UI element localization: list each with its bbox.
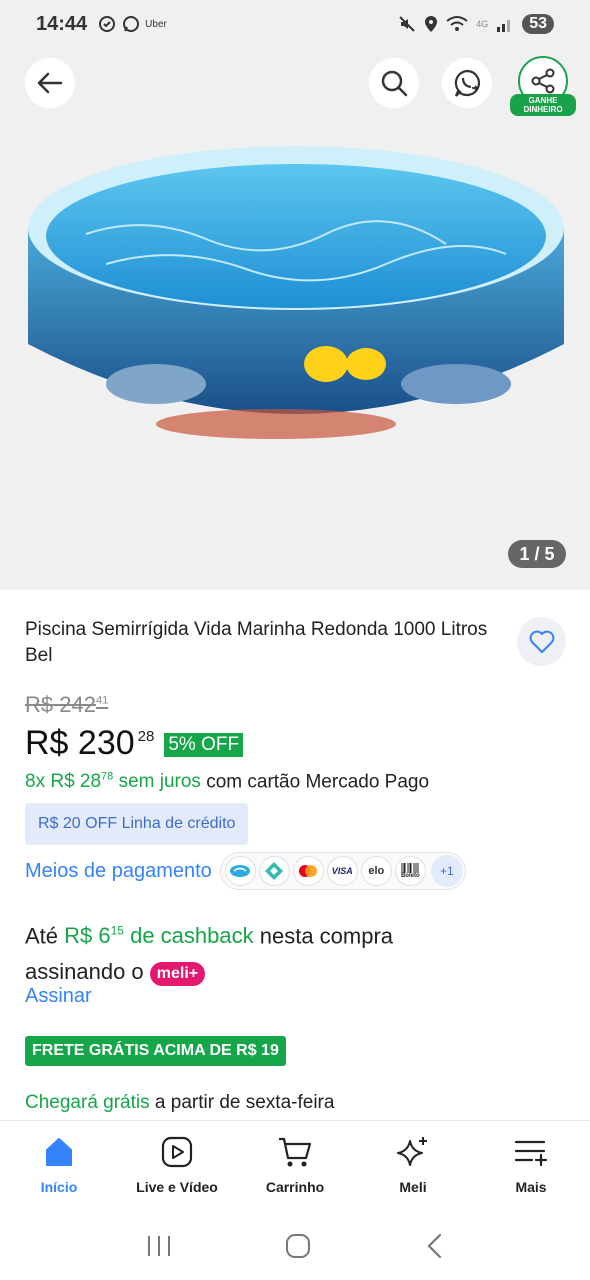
nav-item-mais[interactable]: Mais bbox=[472, 1121, 590, 1212]
more-payment-methods[interactable]: +1 bbox=[430, 855, 463, 887]
installments: 8x R$ 2878 sem juros com cartão Mercado … bbox=[25, 771, 430, 793]
recent-apps-icon[interactable] bbox=[146, 1234, 172, 1258]
earn-money-badge: GANHE DINHEIRO bbox=[510, 94, 576, 116]
old-price: R$ 24241 bbox=[25, 692, 109, 717]
nav-item-meli[interactable]: Meli bbox=[354, 1121, 472, 1212]
mute-icon bbox=[399, 16, 415, 32]
favorite-button[interactable] bbox=[517, 617, 566, 666]
uber-label: Uber bbox=[145, 18, 167, 30]
sparkle-icon bbox=[397, 1137, 427, 1166]
payment-methods-link[interactable]: Meios de pagamento bbox=[25, 860, 212, 883]
system-navigation bbox=[0, 1212, 590, 1280]
subscribe-link[interactable]: Assinar bbox=[25, 985, 92, 1008]
mercadopago-icon bbox=[224, 856, 256, 886]
discount-badge: 5% OFF bbox=[164, 733, 244, 757]
location-icon bbox=[425, 16, 438, 32]
back-button[interactable] bbox=[25, 58, 75, 108]
product-image bbox=[26, 144, 566, 449]
back-nav-icon[interactable] bbox=[424, 1233, 444, 1259]
whatsapp-share-button[interactable] bbox=[442, 58, 492, 108]
delivery-info: Chegará grátis a partir de sexta-feira bbox=[25, 1092, 335, 1113]
network-label: 4G bbox=[476, 19, 489, 29]
heart-icon bbox=[529, 630, 554, 653]
battery-indicator: 53 bbox=[522, 14, 554, 34]
cart-icon bbox=[279, 1137, 312, 1167]
credit-offer-chip[interactable]: R$ 20 OFF Linha de crédito bbox=[25, 803, 249, 845]
payment-methods[interactable]: Meios de pagamento VISA elo Boleto +1 bbox=[25, 852, 466, 890]
wifi-icon bbox=[446, 16, 468, 31]
sync-icon bbox=[99, 16, 116, 32]
image-counter: 1 / 5 bbox=[508, 540, 566, 568]
visa-icon: VISA bbox=[326, 856, 358, 886]
home-icon bbox=[46, 1138, 72, 1166]
payment-icons[interactable]: VISA elo Boleto +1 bbox=[219, 852, 466, 890]
nav-item-carrinho[interactable]: Carrinho bbox=[236, 1121, 354, 1212]
status-bar: 14:44 Uber 4G 53 bbox=[0, 0, 590, 48]
bottom-navigation: Início Live e Vídeo Carrinho Meli Mais bbox=[0, 1120, 590, 1212]
home-circle-icon[interactable] bbox=[285, 1233, 311, 1259]
product-title: Piscina Semirrígida Vida Marinha Redonda… bbox=[25, 619, 488, 666]
share-icon bbox=[531, 68, 555, 94]
status-time: 14:44 bbox=[36, 12, 88, 35]
product-gallery[interactable]: GANHE DINHEIRO 1 / 5 bbox=[0, 48, 590, 590]
search-icon bbox=[381, 70, 408, 97]
cashback-info: Até R$ 615 de cashback nesta compra assi… bbox=[25, 923, 394, 986]
menu-plus-icon bbox=[514, 1140, 548, 1167]
mastercard-icon bbox=[292, 856, 324, 886]
nav-item-live-video[interactable]: Live e Vídeo bbox=[118, 1121, 236, 1212]
search-button[interactable] bbox=[369, 58, 419, 108]
elo-icon: elo bbox=[360, 856, 392, 886]
meli-plus-badge: meli+ bbox=[149, 961, 206, 986]
pix-icon bbox=[258, 856, 290, 886]
whatsapp-icon bbox=[123, 16, 140, 32]
play-icon bbox=[161, 1136, 193, 1168]
boleto-icon: Boleto bbox=[394, 856, 426, 886]
signal-icon bbox=[497, 20, 511, 32]
current-price: R$ 230 28 5% OFF bbox=[25, 724, 244, 763]
whatsapp-share-icon bbox=[454, 69, 481, 97]
free-shipping-badge: FRETE GRÁTIS ACIMA DE R$ 19 bbox=[25, 1036, 286, 1066]
nav-item-inicio[interactable]: Início bbox=[0, 1121, 118, 1212]
arrow-left-icon bbox=[37, 72, 63, 94]
share-button[interactable]: GANHE DINHEIRO bbox=[510, 56, 576, 120]
